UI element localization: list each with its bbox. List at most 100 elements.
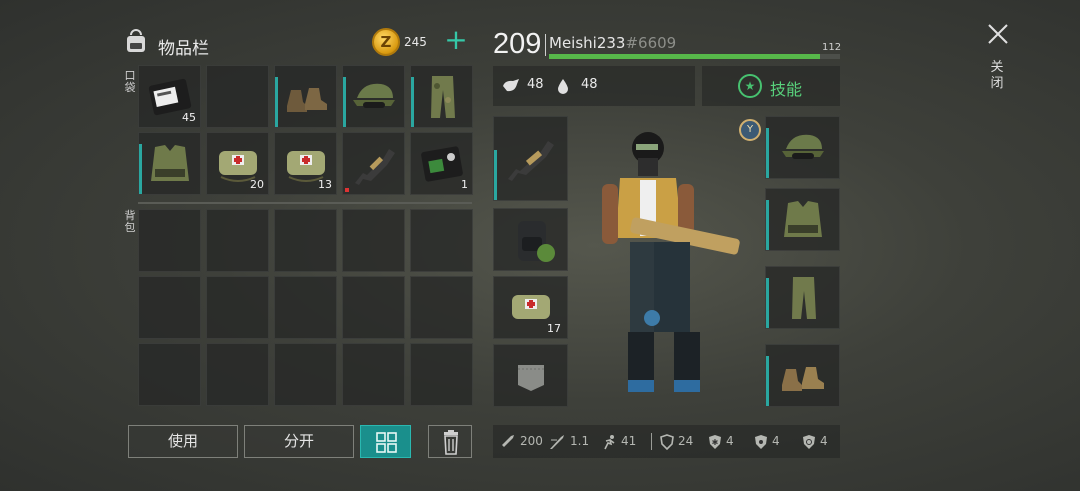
sword-icon (500, 435, 514, 449)
camo-vest-icon (784, 201, 822, 237)
backpack-slot[interactable] (206, 209, 269, 272)
player-name: Meishi233#6609 (549, 34, 677, 52)
pocket-slot-id-card[interactable]: 1 (410, 132, 473, 195)
camo-vest-item-icon (151, 145, 189, 181)
backpack-slot[interactable] (274, 209, 337, 272)
backpack-slot[interactable] (410, 276, 473, 339)
pocket-slot-empty[interactable] (206, 65, 269, 128)
grid-icon (376, 432, 397, 453)
grenade-launcher-icon (508, 141, 554, 181)
radiation-resist-value: 4 (772, 434, 780, 448)
star-icon: ★ (738, 74, 762, 98)
backpack-slot[interactable] (342, 343, 405, 406)
pocket-slot-medkit[interactable]: 13 (274, 132, 337, 195)
survivor-character-icon (602, 132, 740, 392)
backpack-slot[interactable] (206, 343, 269, 406)
pocket-label: 口袋 (124, 69, 136, 94)
attack-speed-icon (550, 435, 564, 449)
weapon-slot[interactable] (493, 116, 568, 201)
backpack-slot[interactable] (138, 276, 201, 339)
head-slot[interactable] (765, 116, 840, 179)
camo-pants-item-icon (431, 76, 455, 118)
running-icon (604, 435, 615, 450)
pocket-slot-pants[interactable] (410, 65, 473, 128)
infection-shield-icon (803, 435, 815, 449)
armor-shield-icon (660, 434, 674, 450)
item-count: 45 (182, 111, 196, 124)
pocket-slot-rifle[interactable] (342, 132, 405, 195)
backpack-icon (127, 29, 145, 52)
xp-value: 112 (822, 42, 842, 53)
pocket-backpack-divider (138, 202, 472, 204)
item-count: 20 (250, 178, 264, 191)
attack-value: 200 (520, 434, 543, 448)
medkit-slot[interactable]: 17 (493, 276, 568, 339)
inventory-header: 物品栏 Z 245 + (122, 26, 472, 62)
pocket-placeholder-icon (518, 365, 544, 391)
use-button[interactable]: 使用 (128, 425, 238, 458)
backpack-slot[interactable] (342, 209, 405, 272)
infection-resist-value: 4 (820, 434, 828, 448)
svg-text:✱: ✱ (712, 438, 719, 447)
backpack-slot[interactable] (274, 343, 337, 406)
item-count: 1 (461, 178, 468, 191)
camo-pants-icon (792, 277, 816, 319)
inventory-title: 物品栏 (158, 39, 209, 59)
discard-button[interactable] (428, 425, 472, 458)
water-icon (558, 79, 568, 94)
player-level: 209 (493, 28, 542, 60)
pocket-slot-wallet[interactable]: 45 (138, 65, 201, 128)
radiation-shield-icon (755, 435, 767, 449)
boots-item-icon (287, 88, 327, 112)
feet-slot[interactable] (765, 344, 840, 407)
pocket-slot-vest[interactable] (138, 132, 201, 195)
backpack-slot[interactable] (138, 209, 201, 272)
name-separator (545, 34, 546, 56)
tactical-backpack-icon (518, 221, 555, 262)
sort-grid-button[interactable] (360, 425, 411, 458)
survival-stats: 48 48 (493, 66, 695, 106)
pocket-slot-medkit[interactable]: 20 (206, 132, 269, 195)
backpack-slot-equipped[interactable] (493, 208, 568, 271)
trash-icon (444, 430, 458, 455)
close-icon[interactable] (986, 22, 1010, 46)
legs-slot[interactable] (765, 266, 840, 329)
cold-resist-value: 4 (726, 434, 734, 448)
item-count: 13 (318, 178, 332, 191)
boots-icon (782, 367, 824, 391)
rank-badge-icon[interactable]: Y (739, 119, 761, 141)
backpack-label: 背包 (124, 209, 136, 234)
pocket-slot-cap[interactable] (342, 65, 405, 128)
speed-value: 41 (621, 434, 637, 448)
backpack-slot[interactable] (410, 343, 473, 406)
pocket-equip-slot[interactable] (493, 344, 568, 407)
medkit-count: 17 (547, 322, 561, 335)
stats-separator (651, 433, 652, 450)
backpack-slot[interactable] (206, 276, 269, 339)
food-icon (503, 79, 519, 92)
camo-cap-item-icon (353, 83, 395, 108)
backpack-slot[interactable] (138, 343, 201, 406)
close-label[interactable]: 关闭 (990, 60, 1004, 92)
cold-shield-icon: ✱ (709, 435, 721, 449)
split-button[interactable]: 分开 (244, 425, 354, 458)
camo-cap-icon (782, 134, 824, 159)
coin-icon: Z (372, 28, 400, 56)
add-coins-button[interactable]: + (444, 26, 468, 56)
attack-speed-value: 1.1 (570, 434, 590, 448)
coin-count: 245 (404, 35, 427, 49)
body-slot[interactable] (765, 188, 840, 251)
armor-value: 24 (678, 434, 694, 448)
backpack-slot[interactable] (342, 276, 405, 339)
pocket-slot-boots[interactable] (274, 65, 337, 128)
character-model (590, 118, 760, 408)
backpack-slot[interactable] (410, 209, 473, 272)
grenade-launcher-item-icon (355, 149, 395, 185)
skills-button[interactable]: ★ 技能 (702, 66, 840, 106)
player-tag: #6609 (625, 34, 677, 52)
xp-bar (549, 54, 840, 59)
backpack-slot[interactable] (274, 276, 337, 339)
xp-bar-fill (549, 54, 820, 59)
skills-label: 技能 (770, 80, 803, 99)
food-value: 48 (527, 77, 544, 92)
